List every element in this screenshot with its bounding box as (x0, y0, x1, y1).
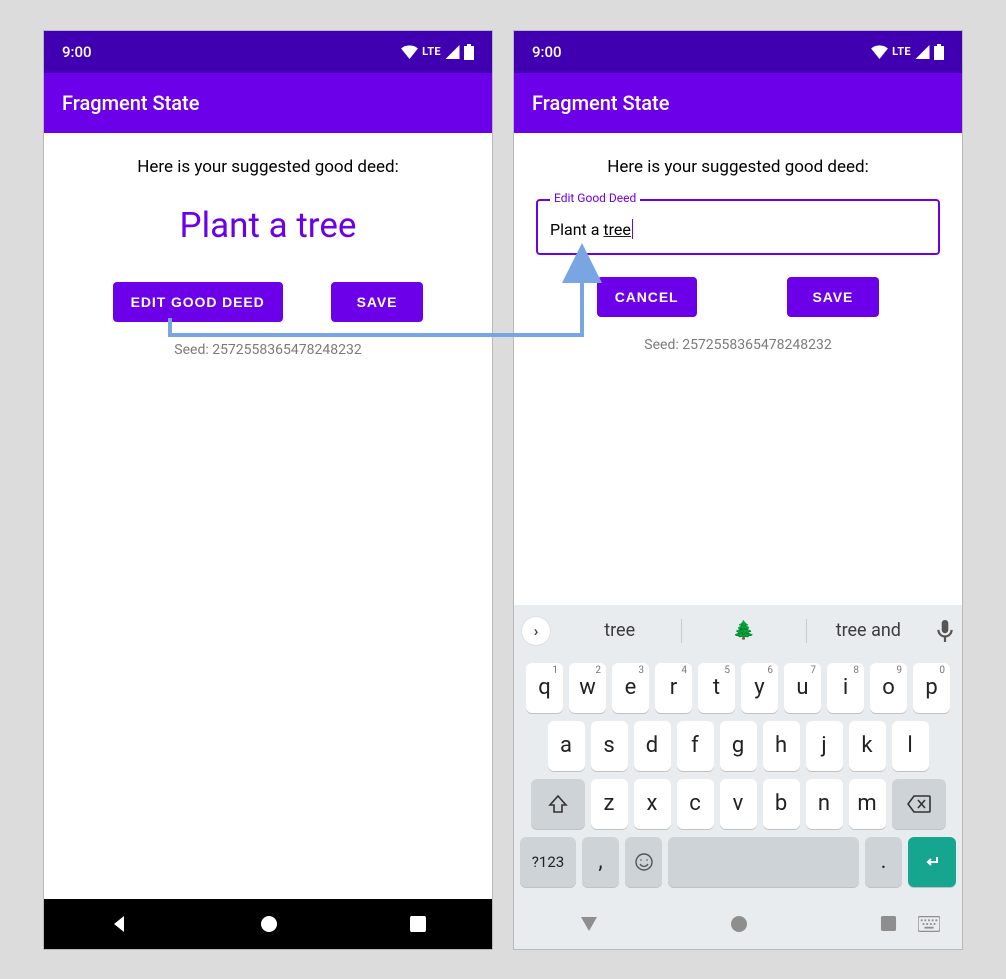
kb-row-3: zxcvbnm (517, 779, 959, 829)
edit-good-deed-button[interactable]: EDIT GOOD DEED (113, 282, 283, 322)
seed-label: Seed: 2572558365478248232 (536, 337, 940, 353)
button-row-left: EDIT GOOD DEED SAVE (62, 282, 474, 322)
keyboard-switch-icon[interactable] (918, 916, 940, 932)
edit-value-prefix: Plant a (550, 220, 603, 239)
nav-bar-right (514, 899, 962, 949)
status-icons: LTE (401, 44, 474, 60)
suggested-label: Here is your suggested good deed: (62, 157, 474, 177)
kb-suggestion-1[interactable]: tree (558, 620, 681, 641)
key-f[interactable]: f (677, 721, 714, 771)
symbols-key[interactable]: ?123 (520, 837, 576, 887)
key-q[interactable]: q1 (526, 663, 563, 713)
lte-label: LTE (892, 45, 911, 58)
soft-keyboard[interactable]: › tree 🌲 tree and q1w2e3r4t5y6u7i8o9p0 a… (514, 605, 962, 899)
shift-icon (548, 794, 568, 814)
key-l[interactable]: l (892, 721, 929, 771)
battery-icon (464, 44, 474, 60)
shift-key[interactable] (531, 779, 585, 829)
key-y[interactable]: y6 (741, 663, 778, 713)
enter-key[interactable] (908, 837, 956, 887)
nav-home-icon[interactable] (259, 914, 279, 934)
key-d[interactable]: d (634, 721, 671, 771)
signal-icon (445, 45, 460, 59)
kb-suggestion-3[interactable]: tree and (807, 620, 930, 641)
kb-row-2: asdfghjkl (517, 721, 959, 771)
nav-home-icon[interactable] (729, 914, 749, 934)
period-key[interactable]: . (865, 837, 902, 887)
backspace-key[interactable] (892, 779, 946, 829)
nav-back-icon[interactable] (579, 914, 599, 934)
app-title: Fragment State (532, 91, 669, 115)
button-row-right: CANCEL SAVE (536, 277, 940, 317)
key-k[interactable]: k (849, 721, 886, 771)
key-p[interactable]: p0 (913, 663, 950, 713)
nav-recent-icon[interactable] (409, 915, 427, 933)
status-bar: 9:00 LTE (44, 31, 492, 73)
phone-left: 9:00 LTE Fragment State Here is your sug… (43, 30, 493, 950)
content-left: Here is your suggested good deed: Plant … (44, 133, 492, 899)
key-s[interactable]: s (591, 721, 628, 771)
key-o[interactable]: o9 (870, 663, 907, 713)
text-cursor (632, 219, 633, 239)
backspace-icon (907, 795, 931, 813)
key-u[interactable]: u7 (784, 663, 821, 713)
edit-field-wrap: Edit Good Deed Plant a tree (536, 199, 940, 255)
mic-icon[interactable] (936, 620, 954, 642)
key-n[interactable]: n (806, 779, 843, 829)
kb-suggestion-2[interactable]: 🌲 (682, 620, 805, 641)
cancel-button[interactable]: CANCEL (597, 277, 697, 317)
key-j[interactable]: j (806, 721, 843, 771)
edit-field-label: Edit Good Deed (550, 191, 640, 205)
app-bar: Fragment State (514, 73, 962, 133)
key-z[interactable]: z (591, 779, 628, 829)
status-time: 9:00 (532, 43, 562, 61)
deed-text: Plant a tree (62, 205, 474, 246)
nav-back-icon[interactable] (109, 914, 129, 934)
suggested-label: Here is your suggested good deed: (536, 157, 940, 177)
key-x[interactable]: x (634, 779, 671, 829)
status-time: 9:00 (62, 43, 92, 61)
app-bar: Fragment State (44, 73, 492, 133)
battery-icon (934, 44, 944, 60)
key-r[interactable]: r4 (655, 663, 692, 713)
emoji-icon (634, 852, 654, 872)
key-b[interactable]: b (763, 779, 800, 829)
key-w[interactable]: w2 (569, 663, 606, 713)
kb-expand-icon[interactable]: › (522, 617, 550, 645)
emoji-key[interactable] (625, 837, 662, 887)
edit-value-underlined: tree (603, 220, 630, 239)
seed-label: Seed: 2572558365478248232 (62, 342, 474, 358)
edit-good-deed-input[interactable]: Plant a tree (536, 199, 940, 255)
wifi-icon (401, 45, 418, 59)
key-a[interactable]: a (548, 721, 585, 771)
key-e[interactable]: e3 (612, 663, 649, 713)
wifi-icon (871, 45, 888, 59)
kb-row-4: ?123 , . (517, 837, 959, 887)
key-m[interactable]: m (849, 779, 886, 829)
status-bar: 9:00 LTE (514, 31, 962, 73)
enter-icon (922, 852, 942, 872)
kb-row-1: q1w2e3r4t5y6u7i8o9p0 (517, 663, 959, 713)
key-h[interactable]: h (763, 721, 800, 771)
kb-suggestion-bar: › tree 🌲 tree and (514, 605, 962, 657)
key-t[interactable]: t5 (698, 663, 735, 713)
content-right: Here is your suggested good deed: Edit G… (514, 133, 962, 605)
lte-label: LTE (422, 45, 441, 58)
app-title: Fragment State (62, 91, 199, 115)
comma-key[interactable]: , (582, 837, 619, 887)
signal-icon (915, 45, 930, 59)
phone-right: 9:00 LTE Fragment State Here is your sug… (513, 30, 963, 950)
key-v[interactable]: v (720, 779, 757, 829)
save-button[interactable]: SAVE (787, 277, 880, 317)
status-icons: LTE (871, 44, 944, 60)
key-g[interactable]: g (720, 721, 757, 771)
kb-rows: q1w2e3r4t5y6u7i8o9p0 asdfghjkl zxcvbnm ?… (514, 657, 962, 899)
space-key[interactable] (668, 837, 859, 887)
key-c[interactable]: c (677, 779, 714, 829)
key-i[interactable]: i8 (827, 663, 864, 713)
nav-bar-left (44, 899, 492, 949)
save-button[interactable]: SAVE (331, 282, 424, 322)
nav-recent-icon[interactable] (880, 915, 897, 932)
